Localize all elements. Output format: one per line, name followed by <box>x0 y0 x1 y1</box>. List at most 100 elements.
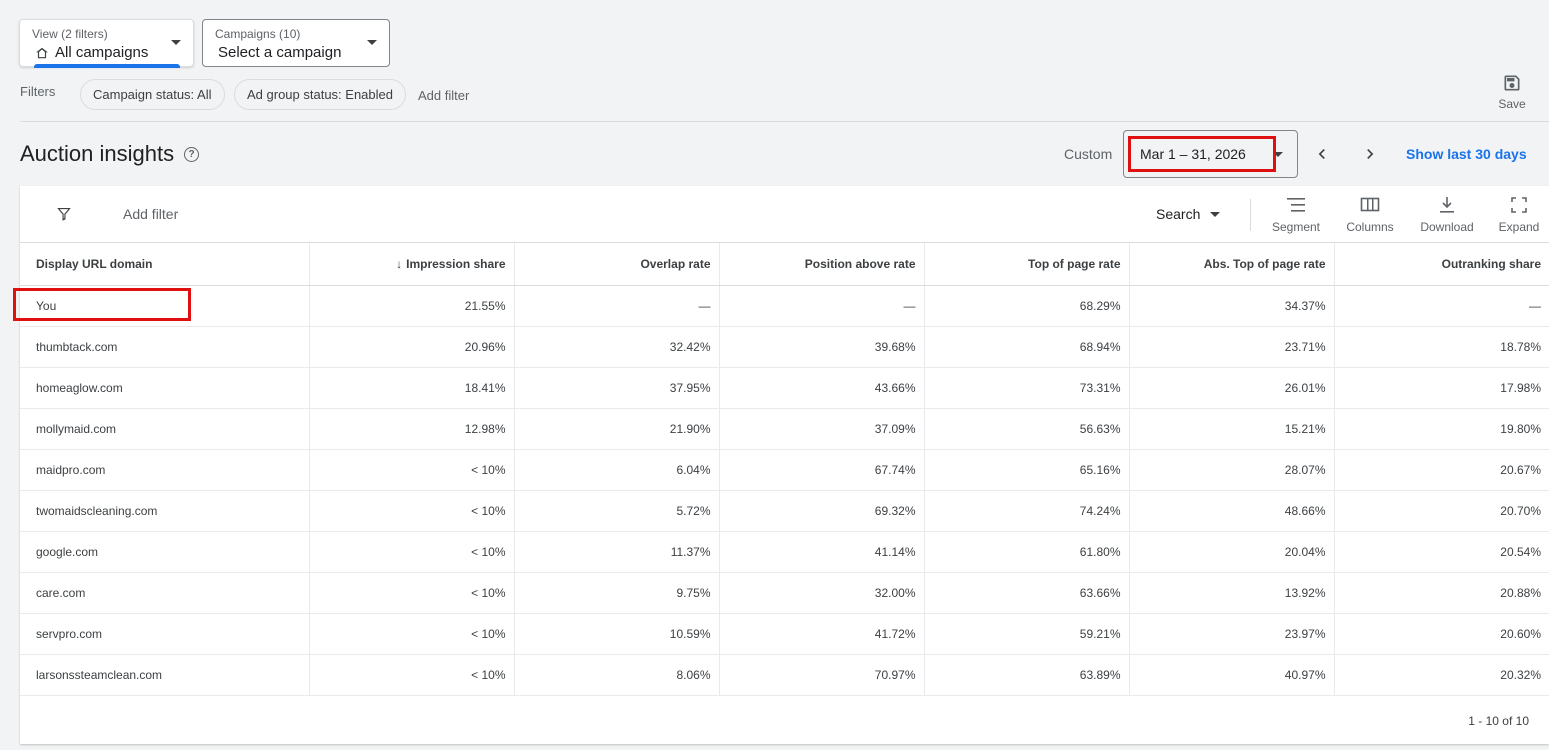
save-label: Save <box>1498 97 1526 111</box>
view-dropdown[interactable]: View (2 filters) All campaigns <box>19 19 194 68</box>
cell-overlap-rate: 5.72% <box>513 490 719 532</box>
cell-outranking-share: 20.67% <box>1333 449 1549 491</box>
cell-overlap-rate: 11.37% <box>513 531 719 573</box>
view-dropdown-value: All campaigns <box>55 44 149 61</box>
cell-position-above-rate: 32.00% <box>718 572 924 614</box>
cell-abs-top-of-page-rate: 26.01% <box>1128 367 1334 409</box>
cell-domain: care.com <box>20 572 309 614</box>
active-underline <box>34 64 180 68</box>
cell-outranking-share: — <box>1333 285 1549 327</box>
cell-top-of-page-rate: 73.31% <box>923 367 1129 409</box>
col-header-impression-share[interactable]: ↓ Impression share <box>308 243 514 286</box>
campaign-dropdown[interactable]: Campaigns (10) Select a campaign <box>202 19 390 67</box>
chevron-right-icon[interactable] <box>1360 144 1380 164</box>
page-title-text: Auction insights <box>20 141 175 166</box>
columns-icon <box>1360 197 1380 212</box>
chevron-left-icon[interactable] <box>1312 144 1332 164</box>
cell-outranking-share: 20.32% <box>1333 654 1549 696</box>
auction-insights-table: Display URL domain ↓ Impression share Ove… <box>20 243 1549 696</box>
cell-overlap-rate: 37.95% <box>513 367 719 409</box>
col-header-outranking-share[interactable]: Outranking share <box>1333 243 1549 286</box>
cell-outranking-share: 17.98% <box>1333 367 1549 409</box>
cell-top-of-page-rate: 56.63% <box>923 408 1129 450</box>
campaign-dropdown-label: Campaigns (10) <box>215 27 301 41</box>
filter-chip-campaign-status[interactable]: Campaign status: All <box>80 79 225 110</box>
cell-domain: maidpro.com <box>20 449 309 491</box>
cell-domain: servpro.com <box>20 613 309 655</box>
cell-position-above-rate: 39.68% <box>718 326 924 368</box>
cell-overlap-rate: 32.42% <box>513 326 719 368</box>
col-header-impression-share-label: Impression share <box>406 256 506 271</box>
table-header-row: Display URL domain ↓ Impression share Ove… <box>20 243 1549 286</box>
cell-top-of-page-rate: 63.89% <box>923 654 1129 696</box>
cell-impression-share: < 10% <box>308 654 514 696</box>
table-row[interactable]: twomaidscleaning.com < 10% 5.72% 69.32% 74.2… <box>20 490 1549 532</box>
date-mode-label: Custom <box>1064 146 1113 162</box>
view-dropdown-label: View (2 filters) <box>32 27 108 41</box>
cell-domain: homeaglow.com <box>20 367 309 409</box>
home-icon <box>36 47 48 58</box>
col-header-abs-top-of-page-rate[interactable]: Abs. Top of page rate <box>1128 243 1334 286</box>
cell-impression-share: < 10% <box>308 531 514 573</box>
cell-top-of-page-rate: 63.66% <box>923 572 1129 614</box>
table-row[interactable]: thumbtack.com 20.96% 32.42% 39.68% 68.94% 23.… <box>20 326 1549 368</box>
table-add-filter[interactable]: Add filter <box>123 206 178 222</box>
expand-icon <box>1511 197 1527 213</box>
expand-label: Expand <box>1498 220 1540 234</box>
filter-chip-ad-group-status[interactable]: Ad group status: Enabled <box>234 79 406 110</box>
highlight-box-date <box>1128 136 1276 172</box>
table-row[interactable]: mollymaid.com 12.98% 21.90% 37.09% 56.63% 15.… <box>20 408 1549 450</box>
page-title: Auction insights ? <box>20 141 200 167</box>
search-type-dropdown[interactable]: Search <box>1156 206 1221 222</box>
save-button[interactable]: Save <box>1494 73 1530 111</box>
download-label: Download <box>1420 220 1474 234</box>
col-header-position-above-rate[interactable]: Position above rate <box>718 243 924 286</box>
col-header-overlap-rate[interactable]: Overlap rate <box>513 243 719 286</box>
cell-overlap-rate: 6.04% <box>513 449 719 491</box>
table-row[interactable]: You 21.55% — —68.29% 34.37% — <box>20 285 1549 327</box>
help-icon[interactable]: ? <box>184 146 200 162</box>
cell-top-of-page-rate: 65.16% <box>923 449 1129 491</box>
cell-abs-top-of-page-rate: 28.07% <box>1128 449 1334 491</box>
cell-position-above-rate: 43.66% <box>718 367 924 409</box>
table-row[interactable]: homeaglow.com 18.41% 37.95% 43.66% 73.31% 26.… <box>20 367 1549 409</box>
cell-overlap-rate: 21.90% <box>513 408 719 450</box>
col-header-domain[interactable]: Display URL domain <box>20 243 309 286</box>
download-button[interactable]: Download <box>1412 196 1482 234</box>
cell-top-of-page-rate: 74.24% <box>923 490 1129 532</box>
filters-label: Filters <box>20 84 56 99</box>
divider <box>20 121 1549 122</box>
table-row[interactable]: maidpro.com < 10% 6.04% 67.74% 65.16% 28.07% 2… <box>20 449 1549 491</box>
col-header-top-of-page-rate[interactable]: Top of page rate <box>923 243 1129 286</box>
cell-impression-share: 12.98% <box>308 408 514 450</box>
table-row[interactable]: care.com < 10% 9.75% 32.00% 63.66% 13.92% 20.8… <box>20 572 1549 614</box>
segment-icon <box>1287 198 1305 212</box>
cell-position-above-rate: 69.32% <box>718 490 924 532</box>
cell-impression-share: < 10% <box>308 490 514 532</box>
search-type-label: Search <box>1156 206 1201 222</box>
cell-top-of-page-rate: 61.80% <box>923 531 1129 573</box>
cell-top-of-page-rate: 68.94% <box>923 326 1129 368</box>
chevron-down-icon <box>367 40 377 45</box>
cell-domain: google.com <box>20 531 309 573</box>
cell-position-above-rate: 70.97% <box>718 654 924 696</box>
cell-outranking-share: 20.70% <box>1333 490 1549 532</box>
cell-position-above-rate: 41.72% <box>718 613 924 655</box>
segment-label: Segment <box>1271 220 1321 234</box>
table-row[interactable]: larsonssteamclean.com < 10% 8.06% 70.97% 63.… <box>20 654 1549 696</box>
filter-icon[interactable] <box>55 205 73 223</box>
columns-button[interactable]: Columns <box>1335 196 1405 234</box>
show-last-30-days-link[interactable]: Show last 30 days <box>1406 146 1527 162</box>
pagination-text: 1 - 10 of 10 <box>1468 714 1529 728</box>
cell-outranking-share: 19.80% <box>1333 408 1549 450</box>
highlight-box-you <box>13 288 191 321</box>
columns-label: Columns <box>1346 220 1394 234</box>
table-row[interactable]: servpro.com < 10% 10.59% 41.72% 59.21% 23.97%… <box>20 613 1549 655</box>
segment-button[interactable]: Segment <box>1261 196 1331 234</box>
cell-overlap-rate: 9.75% <box>513 572 719 614</box>
cell-abs-top-of-page-rate: 40.97% <box>1128 654 1334 696</box>
cell-domain: twomaidscleaning.com <box>20 490 309 532</box>
table-row[interactable]: google.com < 10% 11.37% 41.14% 61.80% 20.04% 2… <box>20 531 1549 573</box>
add-filter-link[interactable]: Add filter <box>418 88 469 103</box>
expand-button[interactable]: Expand <box>1484 196 1549 234</box>
